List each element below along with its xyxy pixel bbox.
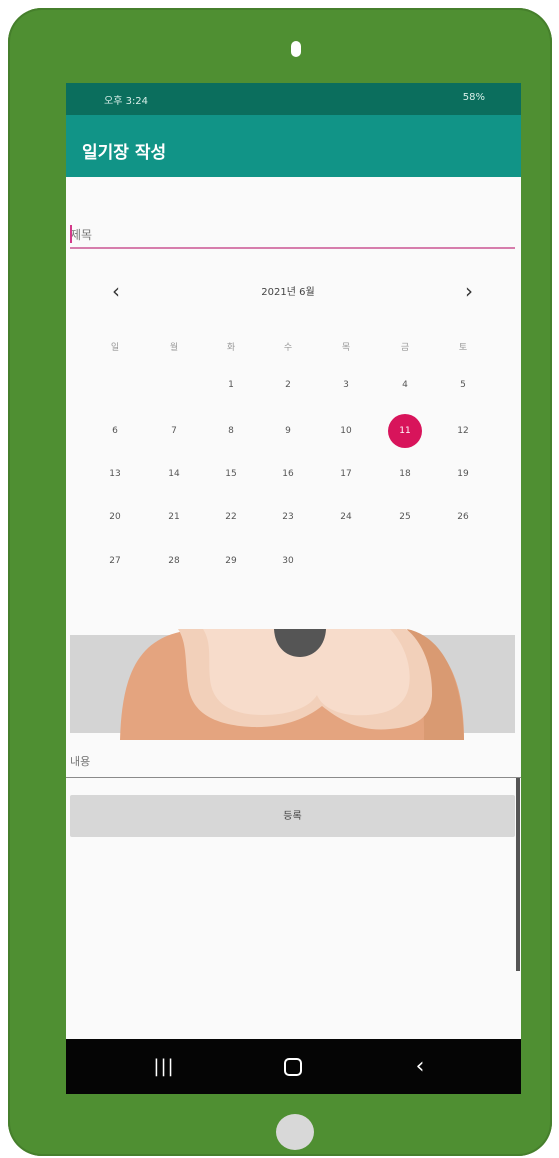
calendar-day-27[interactable]: 27: [98, 544, 132, 578]
title-input[interactable]: [70, 223, 515, 249]
content-input[interactable]: [66, 747, 521, 778]
calendar-day-12[interactable]: 12: [446, 414, 480, 448]
calendar-day-29[interactable]: 29: [214, 544, 248, 578]
calendar-day-23[interactable]: 23: [271, 500, 305, 534]
calendar-day-22[interactable]: 22: [214, 500, 248, 534]
calendar-day-13[interactable]: 13: [98, 457, 132, 491]
calendar-day-15[interactable]: 15: [214, 457, 248, 491]
weekday-wed: 수: [283, 343, 293, 353]
text-cursor: [70, 225, 72, 243]
calendar-day-20[interactable]: 20: [98, 500, 132, 534]
tablet-device-frame: 오후 3:24 58% 일기장 작성 ‹ 2021년 6월 › 일 월 화 수 …: [8, 8, 552, 1156]
calendar-day-6[interactable]: 6: [98, 414, 132, 448]
calendar-day-16[interactable]: 16: [271, 457, 305, 491]
calendar-day-28[interactable]: 28: [157, 544, 191, 578]
calendar-day-14[interactable]: 14: [157, 457, 191, 491]
weekday-tue: 화: [226, 343, 236, 353]
calendar-day-5[interactable]: 5: [446, 368, 480, 402]
next-month-button[interactable]: ›: [457, 279, 481, 303]
register-button[interactable]: 등록: [70, 795, 515, 837]
status-bar: 오후 3:24 58%: [66, 83, 521, 115]
calendar-day-17[interactable]: 17: [329, 457, 363, 491]
page-title: 일기장 작성: [82, 143, 167, 163]
recent-apps-icon[interactable]: |||: [149, 1055, 179, 1079]
calendar-day-9[interactable]: 9: [271, 414, 305, 448]
calendar-day-26[interactable]: 26: [446, 500, 480, 534]
status-left-text: 오후 3:24: [104, 96, 149, 107]
calendar-day-18[interactable]: 18: [388, 457, 422, 491]
calendar-day-3[interactable]: 3: [329, 368, 363, 402]
weekday-sat: 토: [458, 343, 468, 353]
scrollbar[interactable]: [516, 778, 520, 971]
battery-level: 58%: [462, 92, 485, 103]
calendar-day-1[interactable]: 1: [214, 368, 248, 402]
calendar-day-11-selected[interactable]: 11: [388, 414, 422, 448]
weekday-mon: 월: [169, 343, 179, 353]
calendar-day-19[interactable]: 19: [446, 457, 480, 491]
previous-month-button[interactable]: ‹: [104, 279, 128, 303]
system-navigation-bar: ||| ‹: [66, 1039, 521, 1094]
weekday-thu: 목: [341, 343, 351, 353]
weekday-fri: 금: [400, 343, 410, 353]
month-label: 2021년 6월: [261, 287, 315, 298]
app-screen: 오후 3:24 58% 일기장 작성 ‹ 2021년 6월 › 일 월 화 수 …: [66, 83, 521, 1094]
calendar-day-2[interactable]: 2: [271, 368, 305, 402]
weekday-row: 일 월 화 수 목 금 토: [86, 340, 492, 360]
app-bar: 일기장 작성: [66, 115, 521, 177]
physical-home-button[interactable]: [276, 1114, 314, 1150]
calendar-day-4[interactable]: 4: [388, 368, 422, 402]
weekday-sun: 일: [110, 343, 120, 353]
calendar-day-25[interactable]: 25: [388, 500, 422, 534]
calendar-day-10[interactable]: 10: [329, 414, 363, 448]
calendar-header: ‹ 2021년 6월 ›: [86, 276, 492, 306]
date-calendar: ‹ 2021년 6월 › 일 월 화 수 목 금 토 1 2 3 4 5 6 7: [86, 276, 492, 576]
calendar-day-30[interactable]: 30: [271, 544, 305, 578]
front-camera: [291, 41, 301, 57]
home-shape: [284, 1058, 302, 1076]
home-icon[interactable]: [278, 1055, 308, 1079]
calendar-day-7[interactable]: 7: [157, 414, 191, 448]
calendar-day-24[interactable]: 24: [329, 500, 363, 534]
calendar-day-21[interactable]: 21: [157, 500, 191, 534]
calendar-day-8[interactable]: 8: [214, 414, 248, 448]
back-icon[interactable]: ‹: [405, 1055, 435, 1079]
image-preview: [120, 629, 464, 740]
